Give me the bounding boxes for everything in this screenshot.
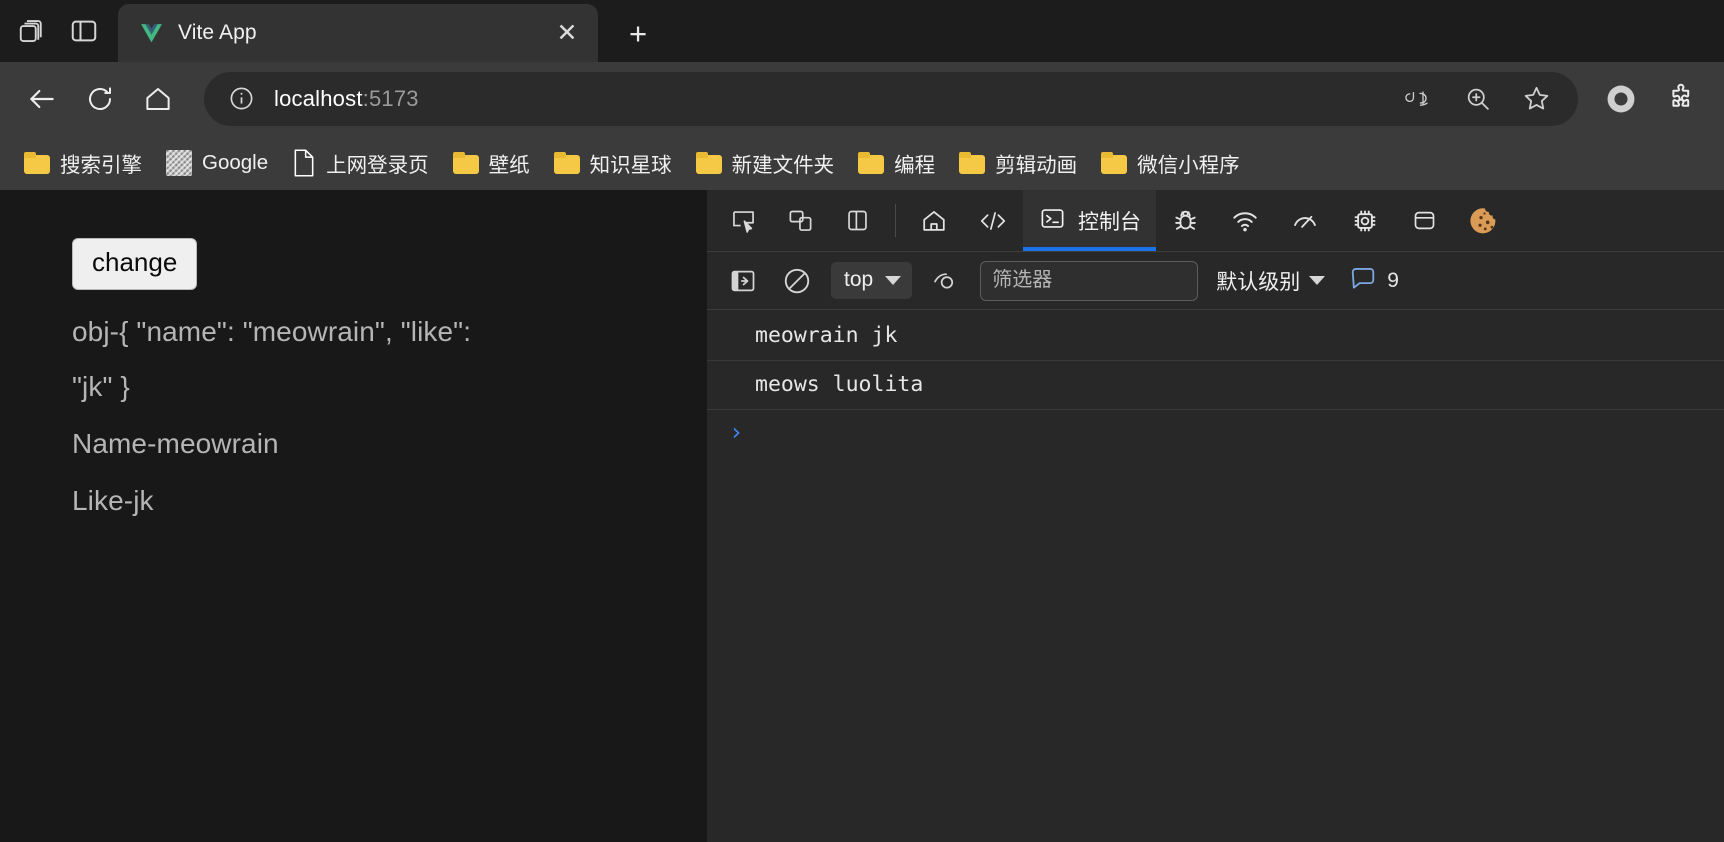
bookmark-star-icon[interactable]: [1514, 77, 1558, 121]
folder-icon: [1101, 152, 1127, 174]
devtools-tabbar: 控制台: [707, 190, 1724, 252]
tab-storage[interactable]: [1395, 190, 1454, 251]
content-area: change obj-{ "name": "meowrain", "like":…: [0, 190, 1724, 842]
folder-icon: [959, 152, 985, 174]
tab-settings[interactable]: [1335, 190, 1395, 251]
bookmark-label: 微信小程序: [1137, 148, 1240, 178]
console-sidebar-icon[interactable]: [723, 261, 763, 301]
folder-icon: [554, 152, 580, 174]
address-bar[interactable]: localhost:5173: [204, 72, 1578, 126]
console-terminal-icon: [1038, 205, 1067, 237]
tab-home[interactable]: [905, 190, 963, 251]
bookmark-item[interactable]: Google: [156, 144, 278, 182]
bookmark-item[interactable]: 新建文件夹: [686, 142, 845, 184]
chevron-down-icon: [1309, 276, 1325, 285]
tab-title: Vite App: [178, 21, 536, 45]
profile-circle-icon[interactable]: [1592, 70, 1650, 128]
bookmark-label: 新建文件夹: [732, 148, 835, 178]
close-icon[interactable]: ✕: [550, 16, 584, 50]
page-text-like: Like-jk: [72, 473, 612, 528]
bookmark-label: 知识星球: [590, 148, 672, 178]
tab-cookies[interactable]: [1454, 190, 1516, 251]
message-count-badge[interactable]: 9: [1349, 266, 1399, 295]
bookmark-item[interactable]: 剪辑动画: [949, 142, 1087, 184]
bookmark-label: 剪辑动画: [995, 148, 1077, 178]
page-text-name: Name-meowrain: [72, 416, 612, 471]
bookmark-item[interactable]: 知识星球: [544, 142, 682, 184]
console-filter-bar: top 默认级别: [707, 252, 1724, 310]
tab-strip: Vite App ✕ +: [0, 0, 1724, 62]
bookmark-label: Google: [202, 151, 268, 175]
execution-context-value: top: [844, 268, 873, 292]
tab-debugger[interactable]: [1156, 190, 1215, 251]
device-toggle-button[interactable]: [772, 190, 829, 251]
log-level-selector[interactable]: 默认级别: [1212, 266, 1329, 296]
bookmark-label: 搜索引擎: [60, 148, 142, 178]
message-count-value: 9: [1387, 269, 1399, 293]
console-prompt[interactable]: ›: [707, 410, 1724, 446]
translate-icon[interactable]: [1398, 77, 1442, 121]
vue-logo-icon: [138, 20, 164, 46]
navigation-toolbar: localhost:5173: [0, 62, 1724, 135]
omnibox-actions: [1398, 77, 1558, 121]
bookmark-label: 编程: [894, 148, 935, 178]
puzzle-piece-icon[interactable]: [1652, 70, 1710, 128]
dock-panel-button[interactable]: [829, 190, 886, 251]
bookmark-item[interactable]: 壁纸: [443, 142, 540, 184]
console-message: meows luolita: [707, 361, 1724, 410]
browser-tab[interactable]: Vite App ✕: [118, 4, 598, 62]
devtools-panel: 控制台: [707, 190, 1724, 842]
document-icon: [292, 149, 316, 177]
speech-bubble-icon: [1349, 266, 1377, 295]
tab-network[interactable]: [1215, 190, 1275, 251]
tab-performance[interactable]: [1275, 190, 1335, 251]
page-viewport: change obj-{ "name": "meowrain", "like":…: [0, 190, 707, 842]
bookmark-item[interactable]: 微信小程序: [1091, 142, 1250, 184]
folder-icon: [453, 152, 479, 174]
execution-context-selector[interactable]: top: [831, 262, 912, 299]
folder-icon: [858, 152, 884, 174]
home-icon[interactable]: [130, 71, 186, 127]
reload-icon[interactable]: [72, 71, 128, 127]
bookmark-item[interactable]: 编程: [848, 142, 945, 184]
filter-input[interactable]: [980, 261, 1198, 301]
inspect-element-button[interactable]: [715, 190, 772, 251]
log-level-value: 默认级别: [1216, 266, 1300, 296]
new-tab-button[interactable]: +: [616, 11, 660, 55]
bookmark-item[interactable]: 搜索引擎: [14, 142, 152, 184]
obj-line-2: "jk" }: [72, 371, 130, 402]
folder-icon: [24, 152, 50, 174]
sidebar-toggle-icon[interactable]: [58, 0, 110, 62]
zoom-search-icon[interactable]: [1456, 77, 1500, 121]
toolbar-divider: [895, 204, 896, 237]
bookmarks-bar: 搜索引擎 Google 上网登录页 壁纸 知识星球 新建文件夹: [0, 135, 1724, 190]
google-favicon: [166, 150, 192, 176]
url-port: :5173: [363, 86, 419, 111]
tab-console-label: 控制台: [1078, 206, 1141, 236]
change-button[interactable]: change: [72, 238, 197, 290]
url-text: localhost:5173: [274, 86, 419, 112]
bookmark-label: 上网登录页: [326, 148, 429, 178]
console-output[interactable]: meowrain jk meows luolita ›: [707, 310, 1724, 842]
url-host: localhost: [274, 86, 363, 111]
live-expression-icon[interactable]: [926, 261, 966, 301]
tab-overview-icon[interactable]: [6, 0, 58, 62]
folder-icon: [696, 152, 722, 174]
back-arrow-icon[interactable]: [14, 71, 70, 127]
bookmark-item[interactable]: 上网登录页: [282, 142, 439, 184]
console-message: meowrain jk: [707, 312, 1724, 361]
bookmark-label: 壁纸: [489, 148, 530, 178]
page-text-obj: obj-{ "name": "meowrain", "like": "jk" }: [72, 304, 612, 414]
info-circle-icon[interactable]: [226, 84, 256, 114]
obj-line-1: obj-{ "name": "meowrain", "like":: [72, 316, 471, 347]
clear-console-icon[interactable]: [777, 261, 817, 301]
tab-elements[interactable]: [963, 190, 1023, 251]
tab-console[interactable]: 控制台: [1023, 190, 1156, 251]
chevron-down-icon: [885, 276, 901, 285]
browser-window: Vite App ✕ + localho: [0, 0, 1724, 842]
